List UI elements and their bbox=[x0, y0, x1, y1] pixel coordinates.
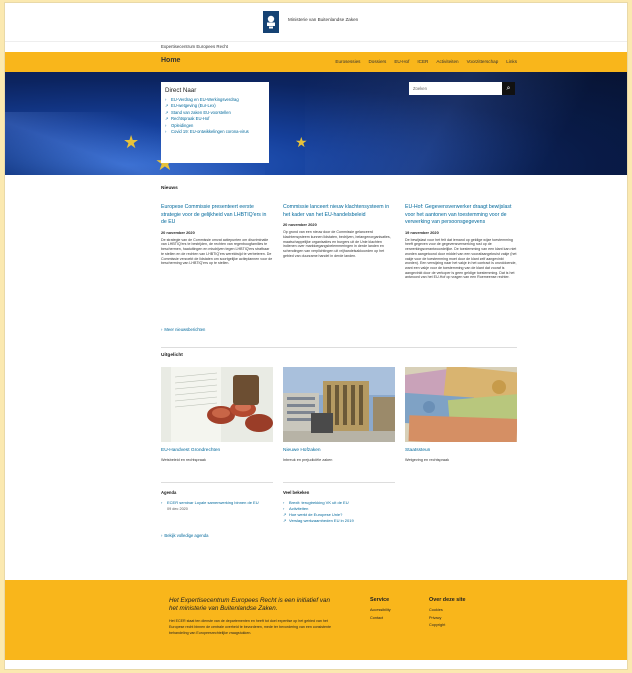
card-description: Wetgeving en rechtspraak bbox=[405, 458, 450, 462]
chevron-right-icon: › bbox=[161, 327, 163, 332]
footer-link-cookies[interactable]: Cookies bbox=[429, 607, 466, 615]
footer-tagline: Het Expertisecentrum Europees Recht is e… bbox=[169, 597, 331, 612]
divider bbox=[283, 482, 395, 483]
search-icon: ⌕ bbox=[506, 85, 511, 92]
page: Ministerie van Buitenlandse Zaken Expert… bbox=[4, 2, 628, 670]
featured-card[interactable]: Nieuwe Hofzaken Inbreuk en prejudiciële … bbox=[283, 367, 395, 462]
divider bbox=[161, 347, 517, 348]
search-bar: Zoeken ⌕ bbox=[409, 82, 515, 95]
news-item: Europese Commissie presenteert eerste st… bbox=[161, 204, 273, 266]
news-item: Commissie lanceert nieuw klachtensysteem… bbox=[283, 204, 395, 258]
more-news-link[interactable]: › Meer nieuwsberichten bbox=[161, 327, 205, 332]
footer-link-accessibility[interactable]: Accessibility bbox=[370, 607, 391, 615]
nav-home[interactable]: Home bbox=[161, 57, 180, 64]
agenda-block: Agenda › ECER seminar Loyale samenwerking… bbox=[161, 490, 273, 538]
footer-about-column: Over deze site Cookies Privacy Copyright bbox=[429, 597, 466, 630]
nav-item-voorzitterschap[interactable]: Voorzitterschap bbox=[467, 59, 499, 64]
featured-card[interactable]: EU-Handvest Grondrechten Wetsbeleid en r… bbox=[161, 367, 273, 462]
ministry-name: Ministerie van Buitenlandse Zaken bbox=[288, 17, 359, 22]
featured-card[interactable]: Staatssteun Wetgeving en rechtspraak bbox=[405, 367, 517, 462]
footer-service-title: Service bbox=[370, 597, 390, 603]
search-button[interactable]: ⌕ bbox=[502, 82, 515, 95]
news-text: Op grond van een nieuw door de Commissie… bbox=[283, 230, 391, 258]
site-subtitle-bar: Expertisecentrum Europees Recht bbox=[5, 41, 627, 51]
full-agenda-link[interactable]: › Bekijk volledige agenda bbox=[161, 533, 273, 538]
agenda-item-date: 09 dec 2020 bbox=[167, 507, 188, 511]
divider bbox=[161, 482, 273, 483]
news-text: De bewijslast voor het feit dat iemand o… bbox=[405, 237, 517, 280]
main-navigation: Home Eurosessies Dossiers EU-Hof ICER Ac… bbox=[5, 52, 627, 72]
news-title-link[interactable]: Commissie lanceert nieuw klachtensysteem… bbox=[283, 204, 395, 219]
news-title-link[interactable]: EU-Hof: Gegevensverwerker draagt bewijsl… bbox=[405, 204, 517, 227]
direct-naar-panel: Direct Naar › EU-Verdrag en EU-Werkingsve… bbox=[161, 82, 269, 163]
direct-link[interactable]: › Covid 19: EU-ontwikkelingen corona-viru… bbox=[165, 129, 265, 135]
news-item: EU-Hof: Gegevensverwerker draagt bewijsl… bbox=[405, 204, 517, 280]
footer-link-copyright[interactable]: Copyright bbox=[429, 622, 466, 630]
nav-item-links[interactable]: Links bbox=[506, 59, 517, 64]
search-input[interactable]: Zoeken bbox=[409, 82, 502, 95]
news-date: 19 november 2020 bbox=[405, 229, 439, 235]
news-date: 20 november 2020 bbox=[283, 222, 317, 228]
card-title: Staatssteun bbox=[405, 448, 431, 453]
eu-court-building-photo bbox=[283, 367, 395, 442]
footer-link-contact[interactable]: Contact bbox=[370, 615, 391, 623]
nav-item-icer[interactable]: ICER bbox=[417, 59, 428, 64]
agenda-title: Agenda bbox=[161, 490, 177, 495]
card-description: Inbreuk en prejudiciële zaken bbox=[283, 458, 333, 462]
veel-bekeken-title: Veel bekeken bbox=[283, 490, 310, 495]
footer-about-title: Over deze site bbox=[429, 597, 466, 603]
footer-service-column: Service Accessibility Contact bbox=[370, 597, 391, 622]
site-subtitle[interactable]: Expertisecentrum Europees Recht bbox=[161, 44, 228, 49]
documents-stamp-photo bbox=[161, 367, 273, 442]
news-text: De strategie van de Commissie omvat acti… bbox=[161, 237, 273, 266]
nav-item-eu-hof[interactable]: EU-Hof bbox=[394, 59, 409, 64]
footer: Het Expertisecentrum Europees Recht is e… bbox=[5, 580, 627, 660]
news-title-link[interactable]: Europese Commissie presenteert eerste st… bbox=[161, 204, 273, 227]
popular-link[interactable]: ↗ Verslag werkzaamheden EU in 2019 bbox=[283, 518, 395, 524]
footer-link-privacy[interactable]: Privacy bbox=[429, 615, 466, 623]
card-description: Wetsbeleid en rechtspraak bbox=[161, 458, 206, 462]
direct-naar-title: Direct Naar bbox=[165, 87, 197, 94]
euro-banknotes-photo bbox=[405, 367, 517, 442]
hero-eu-flag-banner: ★ ★ ★ bbox=[5, 72, 627, 175]
veel-bekeken-block: Veel bekeken › Brexit: terugtrekking VK u… bbox=[283, 490, 395, 524]
chevron-right-icon: › bbox=[161, 533, 163, 538]
card-title: Nieuwe Hofzaken bbox=[283, 448, 321, 453]
uitgelicht-section-title: Uitgelicht bbox=[161, 353, 183, 358]
star-icon: ★ bbox=[295, 134, 308, 150]
footer-description: Het ECER staat ten dienste van de depart… bbox=[169, 619, 332, 636]
star-icon: ★ bbox=[123, 132, 140, 152]
rijksoverheid-logo[interactable] bbox=[263, 11, 279, 33]
agenda-item-link[interactable]: › ECER seminar Loyale samenwerking binnen… bbox=[161, 500, 273, 506]
news-date: 20 november 2020 bbox=[161, 229, 195, 235]
nav-item-dossiers[interactable]: Dossiers bbox=[368, 59, 386, 64]
top-bar: Ministerie van Buitenlandse Zaken bbox=[5, 3, 627, 41]
main-content: Nieuws Europese Commissie presenteert ee… bbox=[161, 186, 517, 538]
nav-item-eurosessies[interactable]: Eurosessies bbox=[335, 59, 360, 64]
card-title: EU-Handvest Grondrechten bbox=[161, 448, 221, 453]
nav-item-activiteiten[interactable]: Activiteiten bbox=[436, 59, 458, 64]
news-section-title: Nieuws bbox=[161, 186, 178, 191]
nav-items: Eurosessies Dossiers EU-Hof ICER Activit… bbox=[335, 59, 517, 64]
